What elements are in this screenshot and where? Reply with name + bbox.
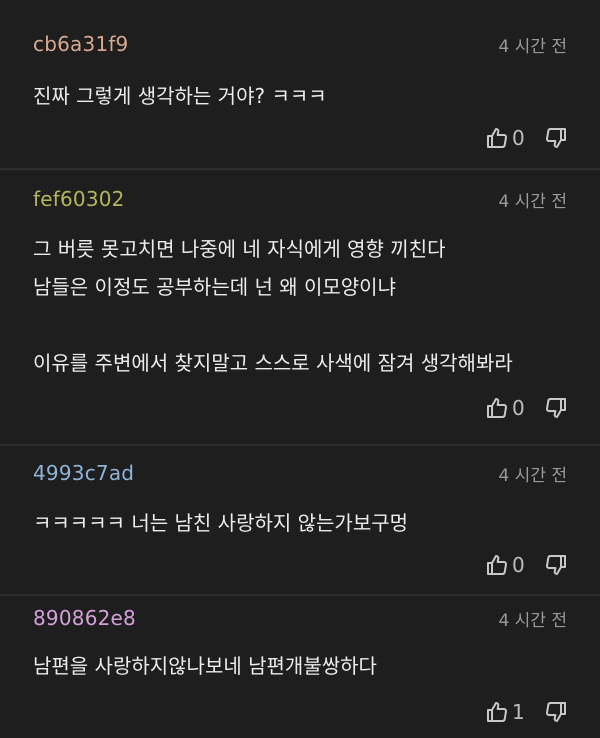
like-button[interactable]: 0 [485, 553, 532, 577]
like-count: 1 [512, 700, 525, 724]
comment-item: fef60302 4 시간 전 그 버릇 못고치면 나중에 네 자식에게 영향 … [0, 170, 600, 446]
like-button[interactable]: 0 [485, 396, 532, 420]
comment-body: 그 버릇 못고치면 나중에 네 자식에게 영향 끼친다 남들은 이정도 공부하는… [33, 237, 513, 375]
comment-actions: 1 [485, 698, 568, 726]
like-count: 0 [512, 126, 525, 150]
thumbs-up-icon [485, 126, 509, 150]
comment-item: cb6a31f9 4 시간 전 진짜 그렇게 생각하는 거야? ㅋㅋㅋ 0 [0, 0, 600, 170]
thumbs-down-icon [544, 700, 568, 724]
dislike-button[interactable] [544, 700, 568, 724]
comment-body: ㅋㅋㅋㅋㅋ 너는 남친 사랑하지 않는가보구멍 [33, 511, 409, 535]
like-button[interactable]: 1 [485, 700, 532, 724]
thumbs-down-icon [544, 553, 568, 577]
comment-timestamp: 4 시간 전 [498, 192, 567, 212]
thumbs-up-icon [485, 700, 509, 724]
comment-actions: 0 [485, 551, 568, 579]
thumbs-up-icon [485, 396, 509, 420]
comment-author[interactable]: 4993c7ad [33, 461, 134, 485]
thumbs-down-icon [544, 126, 568, 150]
comment-item: 4993c7ad 4 시간 전 ㅋㅋㅋㅋㅋ 너는 남친 사랑하지 않는가보구멍 … [0, 446, 600, 596]
like-count: 0 [512, 553, 525, 577]
dislike-button[interactable] [544, 126, 568, 150]
comment-timestamp: 4 시간 전 [498, 466, 567, 486]
comment-body: 진짜 그렇게 생각하는 거야? ㅋㅋㅋ [33, 84, 327, 108]
comment-list: cb6a31f9 4 시간 전 진짜 그렇게 생각하는 거야? ㅋㅋㅋ 0 fe… [0, 0, 600, 738]
dislike-button[interactable] [544, 553, 568, 577]
thumbs-up-icon [485, 553, 509, 577]
comment-author[interactable]: cb6a31f9 [33, 32, 129, 56]
comment-timestamp: 4 시간 전 [498, 611, 567, 631]
comment-item: 890862e8 4 시간 전 남편을 사랑하지않나보네 남편개불쌍하다 1 [0, 596, 600, 738]
comment-author[interactable]: 890862e8 [33, 606, 136, 630]
comment-timestamp: 4 시간 전 [498, 37, 567, 57]
like-count: 0 [512, 396, 525, 420]
dislike-button[interactable] [544, 396, 568, 420]
comment-body: 남편을 사랑하지않나보네 남편개불쌍하다 [33, 654, 377, 678]
like-button[interactable]: 0 [485, 126, 532, 150]
comment-author[interactable]: fef60302 [33, 187, 125, 211]
thumbs-down-icon [544, 396, 568, 420]
comment-actions: 0 [485, 124, 568, 152]
comment-actions: 0 [485, 394, 568, 422]
